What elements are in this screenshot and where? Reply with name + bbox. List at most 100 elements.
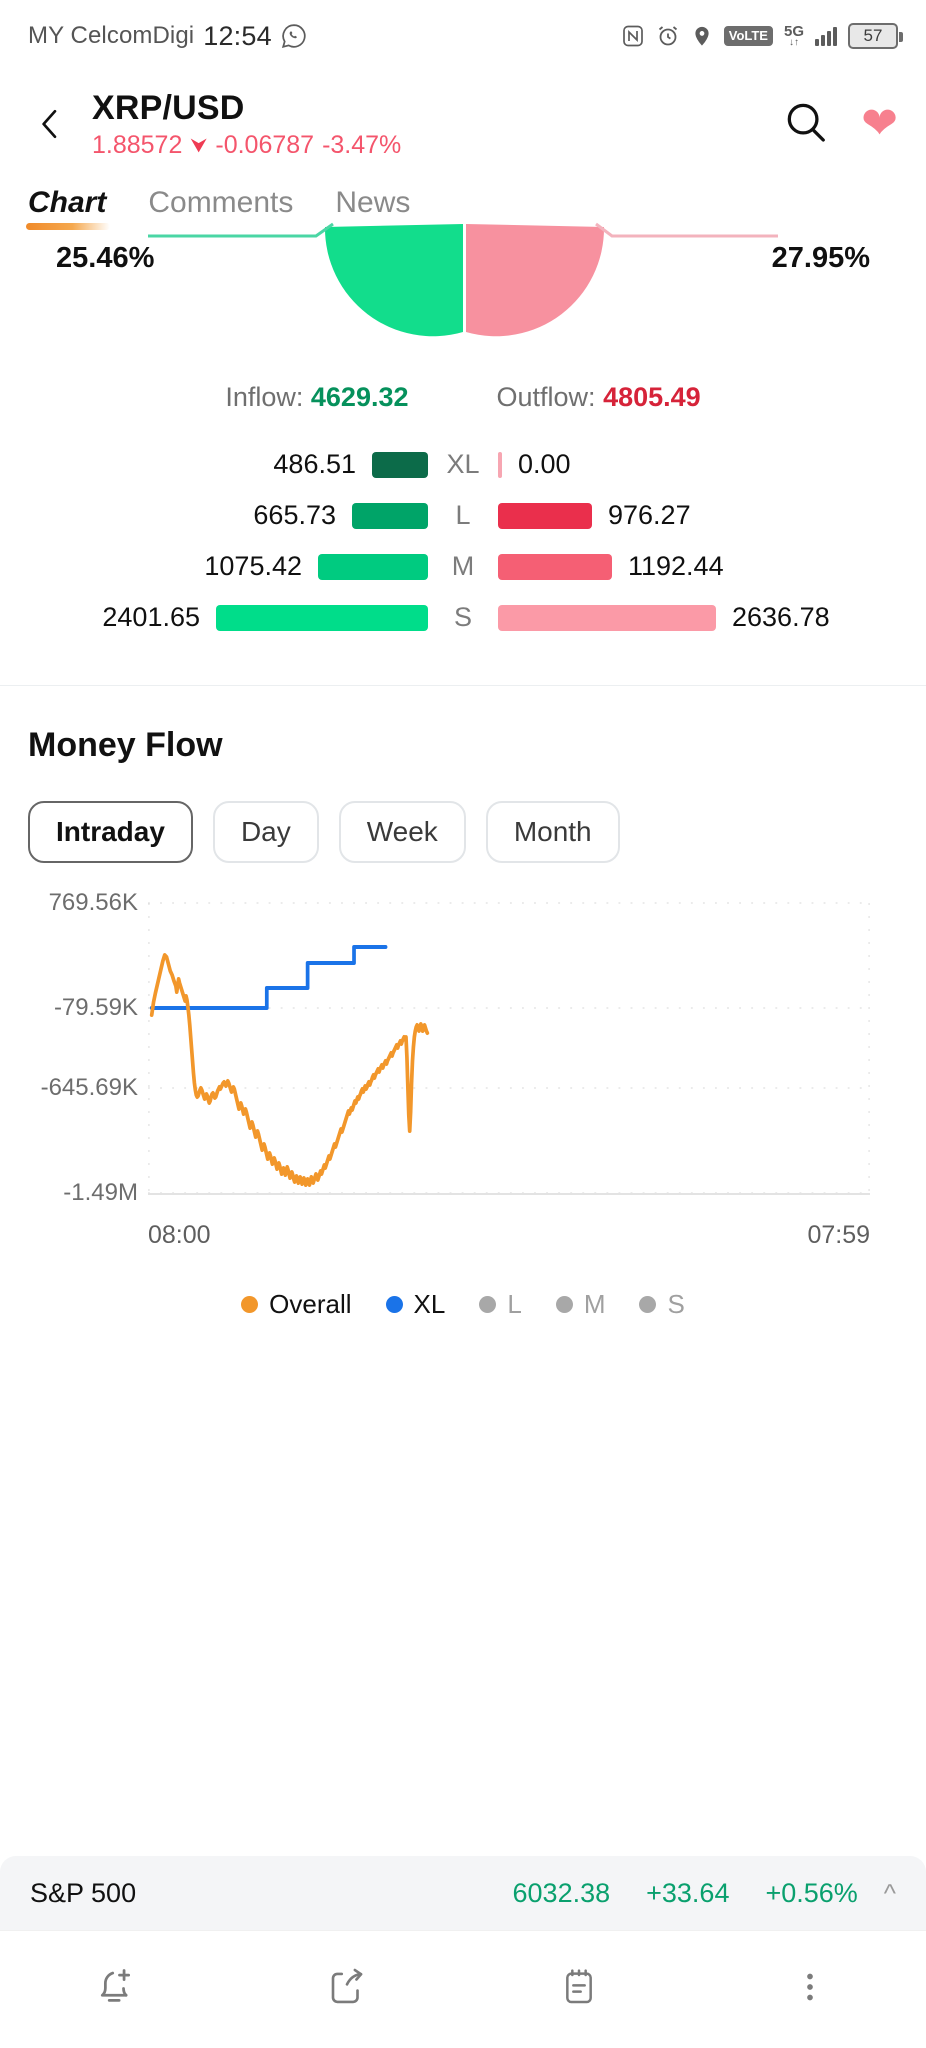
inflow-percent-label: 25.46%	[56, 242, 155, 274]
inflow-bar-s	[216, 604, 428, 631]
header-actions: ❤	[783, 99, 898, 150]
chart-svg	[148, 902, 870, 1195]
ticker-change: +33.64	[646, 1877, 730, 1908]
timeframe-intraday-label: Intraday	[56, 816, 165, 847]
chevron-up-icon[interactable]: ^	[884, 1878, 896, 1909]
outflow-label: Outflow:	[496, 382, 596, 412]
clock-label: 12:54	[203, 20, 272, 51]
inflow-total: Inflow: 4629.32	[225, 382, 408, 413]
outflow-bar-m	[498, 553, 612, 580]
row-outflow-s: 2636.78	[498, 602, 904, 633]
legend-label-overall: Overall	[269, 1289, 352, 1319]
money-flow-chart[interactable]: 769.56K -79.59K -645.69K -1.49M 08:00 07…	[28, 889, 898, 1249]
chart-x-axis: 08:00 07:59	[148, 1221, 870, 1250]
bottom-toolbar	[0, 1930, 926, 2048]
x-tick-end: 07:59	[807, 1221, 870, 1249]
timeframe-day[interactable]: Day	[212, 801, 319, 863]
status-bar-left: MY CelcomDigi 12:54	[28, 21, 307, 52]
legend-label-xl: XL	[413, 1289, 446, 1319]
legend-dot-xl	[385, 1296, 403, 1313]
add-alert-icon	[94, 1965, 138, 2014]
alert-button[interactable]	[0, 1965, 232, 2014]
y-tick-0: 769.56K	[48, 889, 138, 916]
alarm-icon	[656, 24, 680, 48]
table-row: 1075.42 M 1192.44	[22, 541, 904, 592]
timeframe-week[interactable]: Week	[338, 801, 466, 863]
legend-label-m: M	[583, 1289, 606, 1319]
instrument-titles: XRP/USD 1.88572 ⮟ -0.06787 -3.47%	[92, 88, 783, 160]
back-button[interactable]	[22, 96, 78, 152]
ticker-values: 6032.38 +33.64 +0.56%	[513, 1878, 858, 1909]
more-button[interactable]	[695, 1965, 926, 2014]
pie-leader-left	[148, 222, 334, 238]
size-tag-s: S	[453, 602, 472, 632]
legend-label-s: S	[667, 1289, 685, 1319]
row-inflow-m: 1075.42	[22, 551, 428, 582]
size-tag-l: L	[455, 500, 471, 530]
signal-5g-icon: 5G ↓↑	[783, 22, 804, 48]
chart-gridlines	[148, 902, 870, 1194]
ticker-name: S&P 500	[30, 1877, 137, 1908]
outflow-bar-s	[498, 604, 716, 631]
location-icon	[691, 24, 713, 48]
outflow-value-xl: 0.00	[518, 449, 571, 479]
size-tag-m: M	[451, 551, 475, 581]
outflow-value-l: 976.27	[608, 500, 691, 530]
status-bar: MY CelcomDigi 12:54 VoLTE 5G ↓↑ 57	[0, 0, 926, 72]
inflow-value-l: 665.73	[253, 500, 336, 530]
outflow-value-m: 1192.44	[628, 551, 724, 581]
inflow-bar-l	[352, 502, 428, 529]
timeframe-month[interactable]: Month	[485, 801, 620, 863]
pie-leader-right	[595, 222, 778, 238]
row-inflow-xl: 486.51	[22, 449, 428, 480]
price-change-percent: -3.47%	[322, 131, 402, 160]
legend-dot-m	[555, 1296, 573, 1313]
arrow-down-icon: ⮟	[190, 134, 208, 157]
table-row: 486.51 XL 0.00	[22, 439, 904, 490]
table-row: 2401.65 S 2636.78	[22, 592, 904, 643]
whatsapp-icon	[281, 23, 307, 49]
money-flow-title: Money Flow	[28, 726, 223, 764]
legend-item-l[interactable]: L	[479, 1289, 522, 1320]
network-type-label: 5G	[783, 22, 804, 40]
timeframe-month-label: Month	[513, 816, 592, 847]
battery-level-label: 57	[863, 26, 883, 45]
nfc-icon	[621, 24, 645, 48]
share-button[interactable]	[232, 1966, 464, 2013]
order-size-breakdown: 486.51 XL 0.00 665.73 L 976.27 1075.42 M…	[0, 439, 926, 643]
size-tag-xl: XL	[446, 449, 480, 479]
table-row: 665.73 L 976.27	[22, 490, 904, 541]
legend-item-overall[interactable]: Overall	[241, 1289, 352, 1320]
legend-dot-overall	[241, 1296, 259, 1313]
chevron-left-icon	[33, 104, 67, 144]
chart-legend: Overall XL L M S	[28, 1289, 898, 1320]
legend-dot-s	[639, 1296, 657, 1313]
timeframe-intraday[interactable]: Intraday	[28, 801, 193, 863]
y-tick-3: -1.49M	[63, 1179, 138, 1206]
inflow-bar-xl	[372, 451, 428, 478]
legend-item-s[interactable]: S	[639, 1289, 685, 1320]
battery-icon: 57	[848, 23, 903, 49]
row-outflow-xl: 0.00	[498, 449, 904, 480]
outflow-value: 4805.49	[603, 382, 701, 412]
chart-y-axis: 769.56K -79.59K -645.69K -1.49M	[28, 889, 148, 1217]
y-tick-1: -79.59K	[53, 994, 138, 1021]
legend-item-m[interactable]: M	[555, 1289, 606, 1320]
notes-icon	[559, 1965, 599, 2014]
heart-icon[interactable]: ❤	[861, 102, 898, 146]
outflow-value-s: 2636.78	[732, 602, 830, 632]
price-change: -0.06787	[215, 131, 315, 160]
outflow-bar-l	[498, 502, 592, 529]
index-ticker-bar[interactable]: S&P 500 6032.38 +33.64 +0.56% ^	[0, 1856, 926, 1930]
ticker-price: 6032.38	[512, 1877, 611, 1908]
legend-item-xl[interactable]: XL	[385, 1289, 446, 1320]
signal-bars-icon	[815, 26, 837, 46]
inflow-bar-m	[318, 553, 428, 580]
search-icon[interactable]	[783, 99, 829, 150]
x-tick-start: 08:00	[148, 1221, 211, 1249]
notes-button[interactable]	[463, 1965, 695, 2014]
timeframe-filter: Intraday Day Week Month	[28, 801, 898, 863]
flow-totals: Inflow: 4629.32 Outflow: 4805.49	[0, 382, 926, 413]
timeframe-week-label: Week	[366, 816, 438, 847]
inflow-label: Inflow:	[225, 382, 304, 412]
